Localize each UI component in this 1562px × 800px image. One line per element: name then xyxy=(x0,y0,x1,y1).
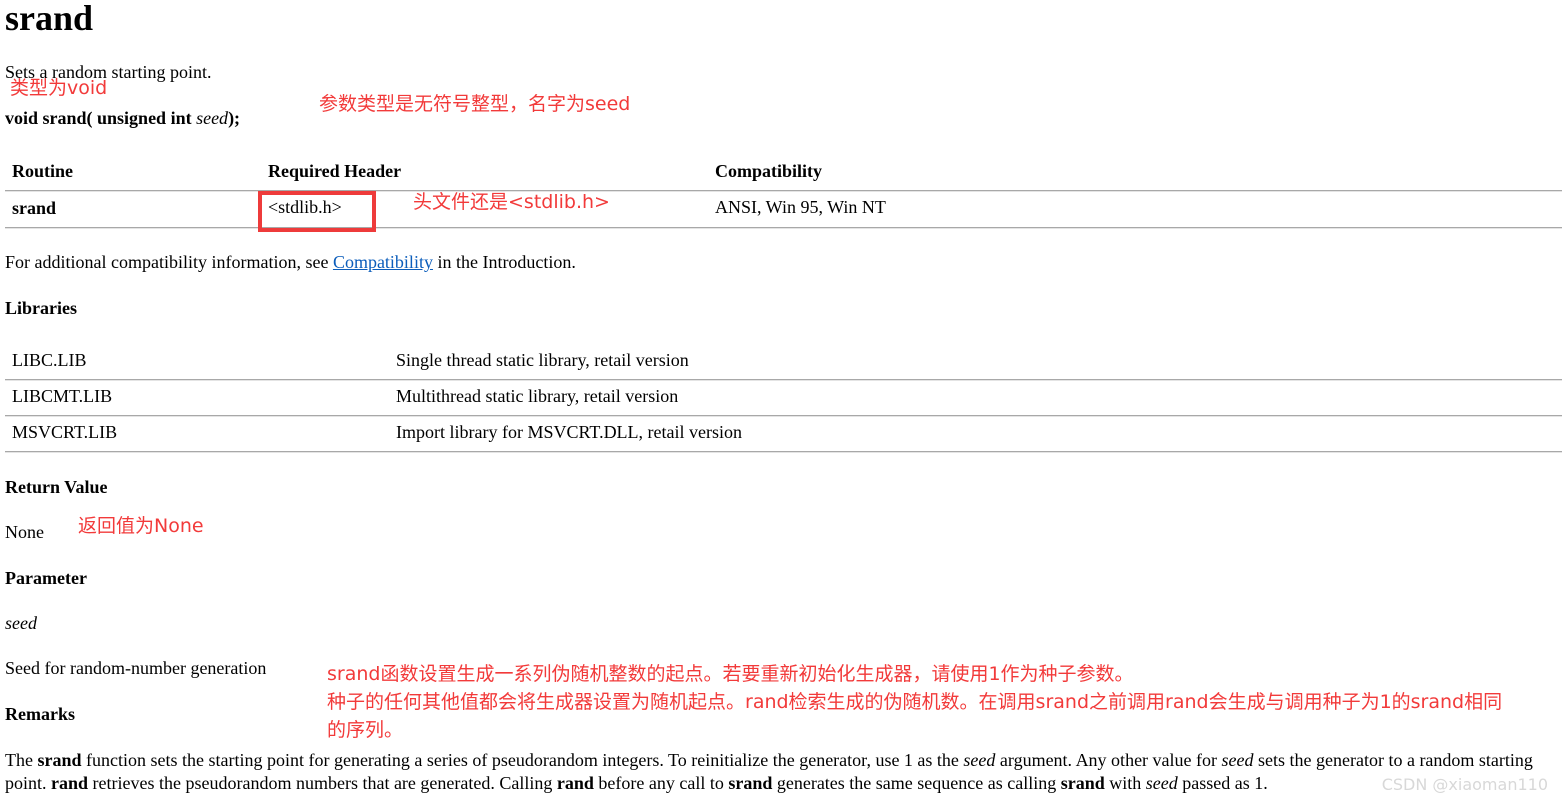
table-divider xyxy=(5,379,1562,381)
library-name: MSVCRT.LIB xyxy=(12,422,118,442)
function-name: srand( xyxy=(42,108,93,128)
parameter-desc: Seed for random-number generation xyxy=(5,658,267,678)
return-type: void xyxy=(5,108,39,128)
compatibility-link[interactable]: Compatibility xyxy=(333,252,433,272)
highlight-box xyxy=(258,191,376,232)
table-divider xyxy=(5,451,1562,453)
parameter-name: seed xyxy=(5,613,37,633)
table-divider xyxy=(5,415,1562,417)
return-value-text: None xyxy=(5,522,44,542)
annotation-header-info: 头文件还是<stdlib.h> xyxy=(413,191,610,213)
library-desc: Import library for MSVCRT.DLL, retail ve… xyxy=(396,422,743,442)
libraries-heading: Libraries xyxy=(5,298,77,318)
annotation-param-info: 参数类型是无符号整型，名字为seed xyxy=(319,93,631,115)
remarks-heading: Remarks xyxy=(5,704,75,724)
annotation-type-void: 类型为void xyxy=(10,77,108,99)
table-header-compatibility: Compatibility xyxy=(715,161,823,181)
page-title: srand xyxy=(5,0,94,38)
return-value-heading: Return Value xyxy=(5,477,108,497)
library-name: LIBC.LIB xyxy=(12,350,87,370)
signature-close: ); xyxy=(228,108,241,128)
remarks-paragraph: The srand function sets the starting poi… xyxy=(5,750,1533,793)
table-divider xyxy=(5,190,1562,192)
compat-info-text: For additional compatibility information… xyxy=(5,252,329,272)
annotation-desc-line3: 的序列。 xyxy=(327,719,404,741)
watermark: CSDN @xiaoman110 xyxy=(1381,775,1548,794)
param-type: unsigned int xyxy=(97,108,192,128)
cell-routine: srand xyxy=(12,198,57,218)
library-desc: Single thread static library, retail ver… xyxy=(396,350,689,370)
table-header-required-header: Required Header xyxy=(268,161,402,181)
cell-compatibility: ANSI, Win 95, Win NT xyxy=(715,197,886,217)
compat-info: For additional compatibility information… xyxy=(5,252,576,273)
table-header-routine: Routine xyxy=(12,161,74,181)
annotation-desc-line1: srand函数设置生成一系列伪随机整数的起点。若要重新初始化生成器，请使用1作为… xyxy=(327,663,1134,685)
param-name: seed xyxy=(196,108,229,128)
library-desc: Multithread static library, retail versi… xyxy=(396,386,679,406)
parameter-heading: Parameter xyxy=(5,568,87,588)
table-divider xyxy=(5,227,1562,229)
annotation-return-none: 返回值为None xyxy=(78,515,204,537)
annotation-desc-line2: 种子的任何其他值都会将生成器设置为随机起点。rand检索生成的伪随机数。在调用s… xyxy=(327,691,1503,713)
library-name: LIBCMT.LIB xyxy=(12,386,113,406)
compat-info-text: in the Introduction. xyxy=(437,252,576,272)
function-signature: void srand( unsigned int seed); xyxy=(5,108,240,129)
